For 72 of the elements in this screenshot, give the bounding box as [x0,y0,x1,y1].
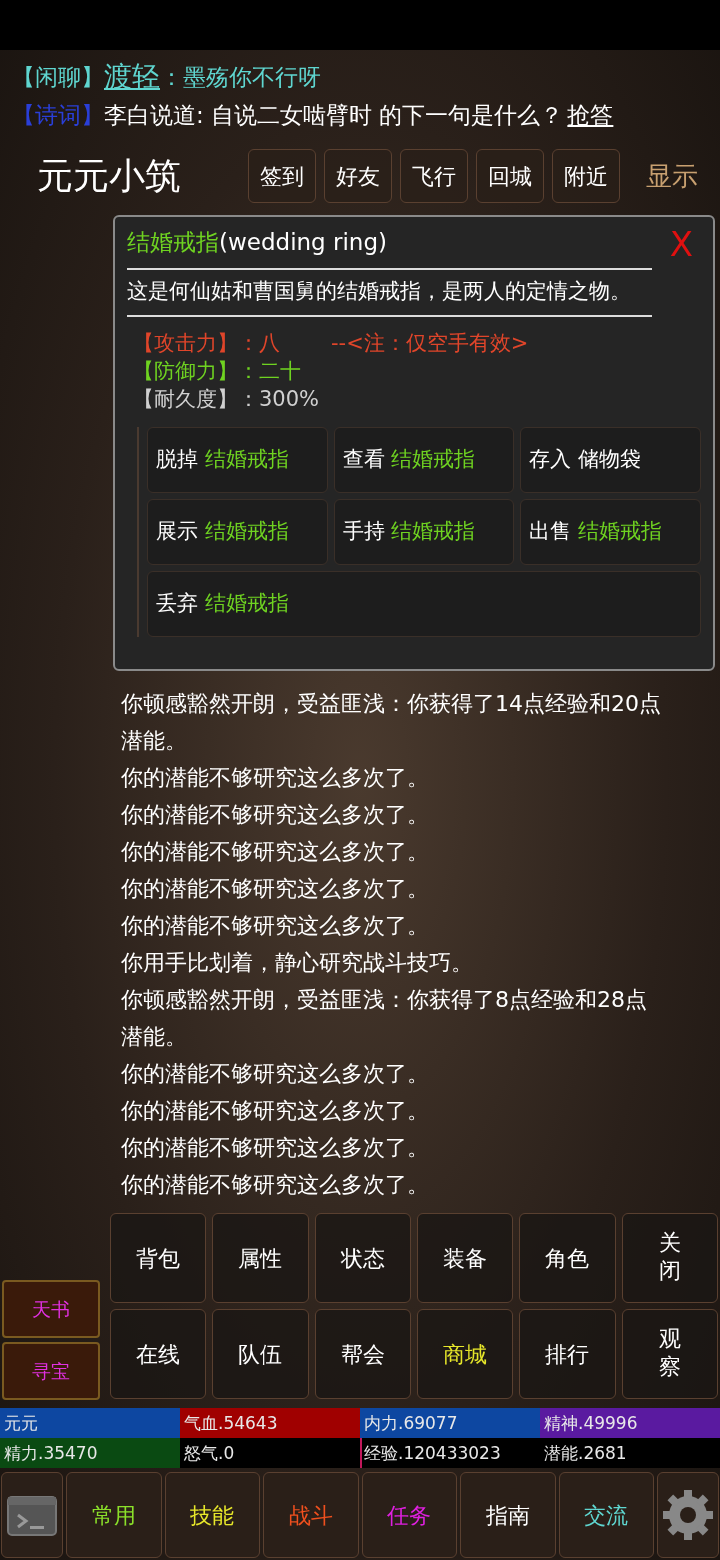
menu-button[interactable]: 商城 [417,1309,514,1399]
log-line: 你顿感豁然开朗，受益匪浅：你获得了8点经验和28点潜能。 [121,986,648,1051]
menu-button[interactable]: 关闭 [621,1213,718,1303]
stat-bar-label: 元元 [3,1413,38,1433]
nav-tab[interactable]: 指南 [460,1472,556,1558]
stat-bar-label: 潜能.2681 [543,1443,627,1463]
stat-label: 【攻击力】： [133,330,259,357]
item-description: 这是何仙姑和曹国舅的结婚戒指，是两人的定情之物。 [127,277,632,305]
menu-button[interactable]: 排行 [519,1309,616,1399]
log-line: 你的潜能不够研究这么多次了。 [121,1134,430,1162]
log-line: 你的潜能不够研究这么多次了。 [121,801,430,829]
stat-bar-label: 内力.69077 [363,1413,458,1433]
room-title: 元元小筑 [37,154,182,198]
log-line: 你用手比划着，静心研究战斗技巧。 [121,949,474,977]
answer-link[interactable]: 抢答 [567,100,614,130]
stat-label: 【耐久度】： [133,386,259,413]
log-line: 你的潜能不够研究这么多次了。 [121,838,430,866]
log-line: 你的潜能不够研究这么多次了。 [121,1097,430,1125]
log-line: 你的潜能不够研究这么多次了。 [121,1060,430,1088]
log-line: 你的潜能不够研究这么多次了。 [121,912,430,940]
channel-tag: 【闲聊】 [12,62,104,92]
menu-button[interactable]: 队伍 [212,1309,309,1399]
action-button[interactable]: 脱掉 结婚戒指 [147,427,328,493]
room-button[interactable]: 飞行 [400,149,468,203]
stat-value: 八 [259,330,281,357]
action-button[interactable]: 出售 结婚戒指 [520,499,701,565]
stat-note: --<注：仅空手有效> [331,330,529,357]
chat-message: 李白说道: 自说二女啮臂时 的下一句是什么？ [104,101,564,130]
menu-button[interactable]: 角色 [519,1213,616,1303]
room-button[interactable]: 附近 [552,149,620,203]
stat-label: 【防御力】： [133,358,259,385]
log-line: 你的潜能不够研究这么多次了。 [121,1171,430,1199]
log-line: 你的潜能不够研究这么多次了。 [121,764,430,792]
action-button[interactable]: 展示 结婚戒指 [147,499,328,565]
stat-value: 300% [259,386,321,413]
speaker-name[interactable]: 渡轻 [104,62,160,92]
stat-bar-label: 经验.120433023 [363,1443,501,1463]
action-button[interactable]: 存入 储物袋 [520,427,701,493]
action-button[interactable]: 查看 结婚戒指 [333,427,515,493]
menu-button[interactable]: 背包 [110,1213,207,1303]
stat-bar-label: 精力.35470 [3,1443,98,1463]
menu-button[interactable]: 状态 [314,1213,411,1303]
menu-button[interactable]: 装备 [417,1213,514,1303]
terminal-icon[interactable] [1,1472,63,1558]
side-button[interactable]: 天书 [2,1280,100,1338]
room-button[interactable]: 回城 [476,149,544,203]
stat-bar-label: 怒气.0 [183,1443,235,1463]
channel-tag: 【诗词】 [12,100,104,130]
chat-message: ：墨殇你不行呀 [160,63,321,92]
menu-button[interactable]: 观察 [621,1309,718,1399]
nav-tab[interactable]: 交流 [558,1472,654,1558]
nav-tab[interactable]: 任务 [361,1472,457,1558]
settings-icon[interactable] [657,1472,719,1558]
menu-button[interactable]: 属性 [212,1213,309,1303]
item-english-name: (wedding ring) [219,228,387,257]
room-button[interactable]: 签到 [248,149,316,203]
log-line: 你顿感豁然开朗，受益匪浅：你获得了14点经验和20点潜能。 [121,690,662,755]
menu-button[interactable]: 帮会 [314,1309,411,1399]
stat-bar-label: 精神.49996 [543,1413,638,1433]
menu-button[interactable]: 在线 [110,1309,207,1399]
action-button[interactable]: 手持 结婚戒指 [333,499,515,565]
room-button[interactable]: 好友 [324,149,392,203]
nav-tab[interactable]: 常用 [66,1472,162,1558]
nav-tab[interactable]: 技能 [164,1472,260,1558]
item-name: 结婚戒指 [127,228,219,257]
log-line: 你的潜能不够研究这么多次了。 [121,875,430,903]
stat-value: 二十 [259,358,302,385]
action-button[interactable]: 丢弃 结婚戒指 [147,571,701,637]
side-button[interactable]: 寻宝 [2,1342,100,1400]
toggle-button[interactable]: 显示 [646,156,698,196]
nav-tab[interactable]: 战斗 [263,1472,359,1558]
stat-bar-label: 气血.54643 [183,1413,278,1433]
